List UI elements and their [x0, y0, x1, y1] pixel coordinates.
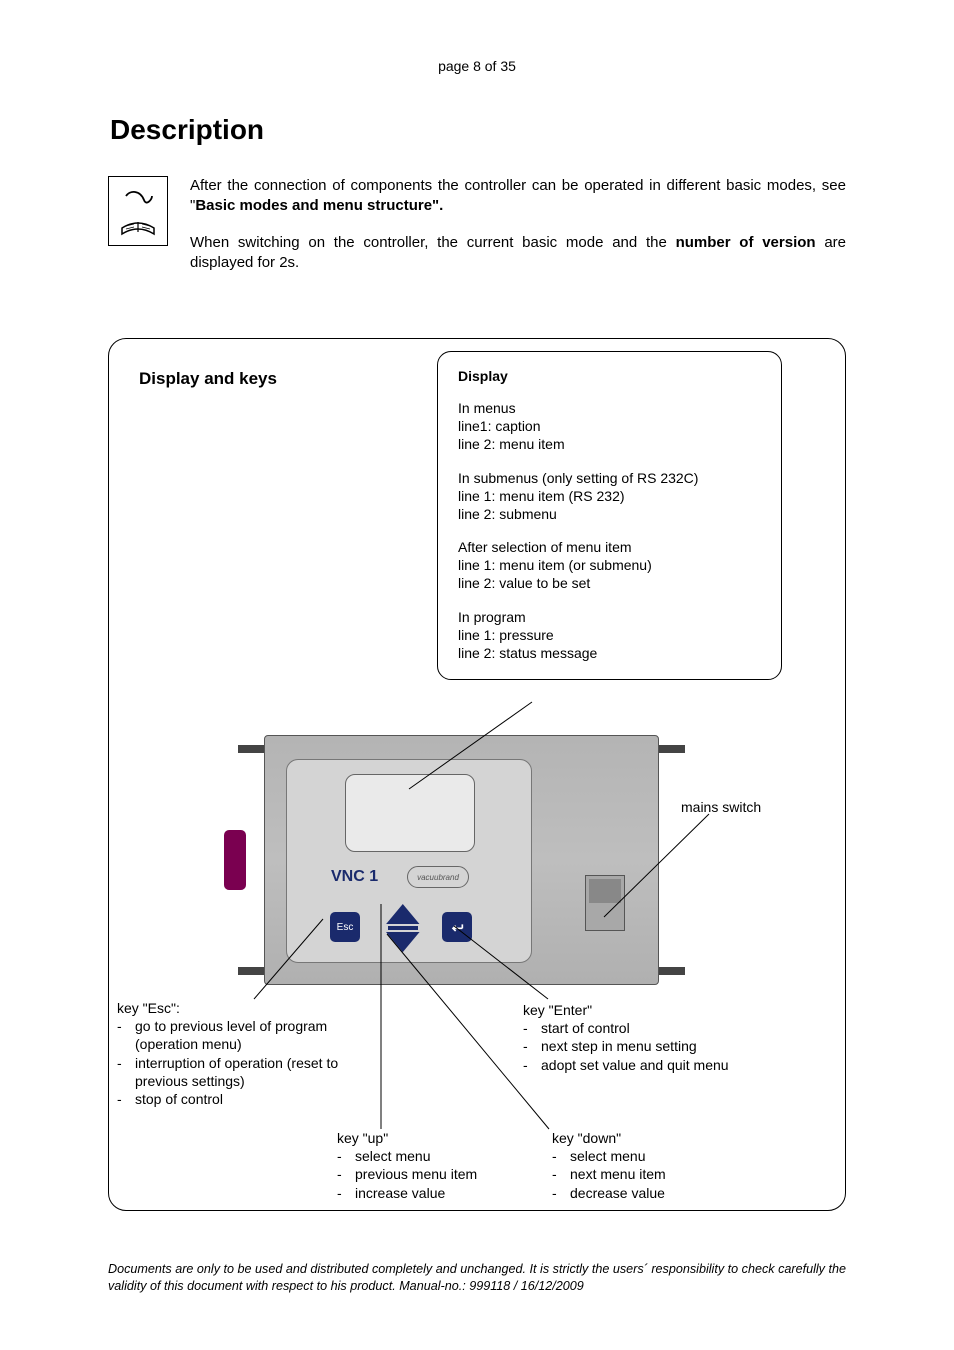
disp-g2l3: line 2: submenu: [458, 506, 761, 524]
intro-p2a: When switching on the controller, the cu…: [190, 234, 676, 251]
diagram-title: Display and keys: [139, 369, 277, 389]
callout-esc: key "Esc": go to previous level of progr…: [117, 999, 382, 1108]
callout-enter-i3: adopt set value and quit menu: [541, 1056, 773, 1074]
disp-g2l2: line 1: menu item (RS 232): [458, 488, 761, 506]
disp-g1l1: In menus: [458, 400, 761, 418]
device-illustration: VNC 1 vacuubrand Esc: [264, 735, 659, 985]
callout-down-title: key "down": [552, 1129, 752, 1147]
callout-up: key "up" select menu previous menu item …: [337, 1129, 527, 1202]
callout-down-i2: next menu item: [570, 1165, 752, 1183]
callout-esc-title: key "Esc":: [117, 999, 382, 1017]
callout-up-i1: select menu: [355, 1147, 527, 1165]
display-description-box: Display In menus line1: caption line 2: …: [437, 351, 782, 680]
mains-switch: [585, 875, 625, 931]
display-title: Display: [458, 368, 761, 384]
device-model-label: VNC 1: [331, 868, 378, 886]
callout-esc-i2: interruption of operation (reset to prev…: [135, 1054, 382, 1090]
disp-g1l2: line1: caption: [458, 418, 761, 436]
footer-disclaimer: Documents are only to be used and distri…: [108, 1261, 846, 1294]
disp-g2l1: In submenus (only setting of RS 232C): [458, 470, 761, 488]
callout-up-title: key "up": [337, 1129, 527, 1147]
callout-enter-title: key "Enter": [523, 1001, 773, 1019]
manual-icon: [108, 176, 168, 246]
callout-up-i3: increase value: [355, 1184, 527, 1202]
callout-down: key "down" select menu next menu item de…: [552, 1129, 752, 1202]
page-header: page 8 of 35: [0, 0, 954, 74]
callout-down-i3: decrease value: [570, 1184, 752, 1202]
disp-g1l3: line 2: menu item: [458, 436, 761, 454]
arrow-keys: [385, 904, 421, 952]
callout-enter-i2: next step in menu setting: [541, 1037, 773, 1055]
enter-key: [442, 912, 472, 942]
callout-mains: mains switch: [681, 798, 761, 816]
callout-enter-i1: start of control: [541, 1019, 773, 1037]
callout-esc-i1: go to previous level of program (operati…: [135, 1017, 382, 1053]
disp-g4l3: line 2: status message: [458, 645, 761, 663]
intro-p2b: number of version: [676, 234, 816, 251]
callout-esc-i3: stop of control: [135, 1090, 382, 1108]
callout-enter: key "Enter" start of control next step i…: [523, 1001, 773, 1074]
callout-down-i1: select menu: [570, 1147, 752, 1165]
disp-g3l2: line 1: menu item (or submenu): [458, 557, 761, 575]
esc-key: Esc: [330, 912, 360, 942]
diagram: Display and keys Display In menus line1:…: [108, 338, 846, 1211]
device-brand-label: vacuubrand: [407, 866, 469, 888]
disp-g4l2: line 1: pressure: [458, 627, 761, 645]
disp-g3l3: line 2: value to be set: [458, 575, 761, 593]
callout-up-i2: previous menu item: [355, 1165, 527, 1183]
intro-text: After the connection of components the c…: [190, 176, 846, 290]
disp-g3l1: After selection of menu item: [458, 539, 761, 557]
section-heading: Description: [110, 114, 954, 146]
intro-p1b: Basic modes and menu structure".: [195, 197, 443, 214]
disp-g4l1: In program: [458, 609, 761, 627]
esc-key-label: Esc: [337, 922, 354, 933]
device-screen: [345, 774, 475, 852]
